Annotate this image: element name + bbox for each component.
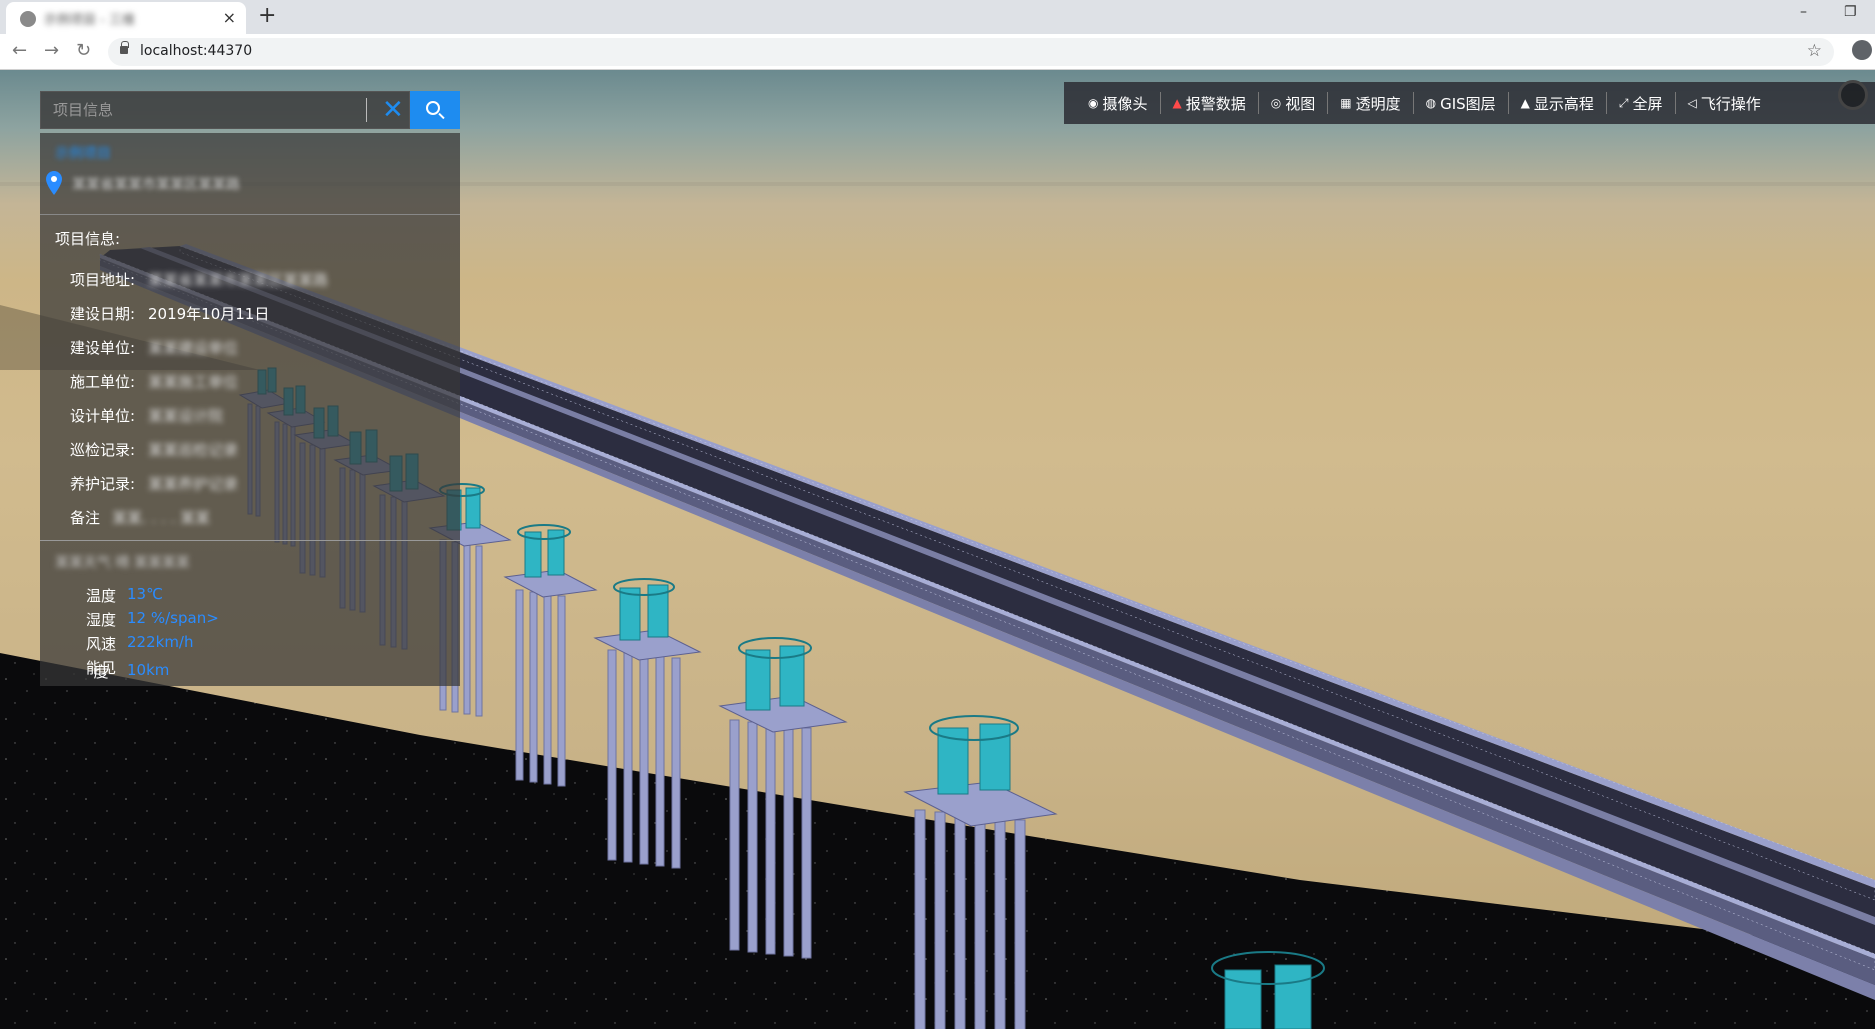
- weather-value: 222km/h: [127, 633, 194, 651]
- info-row-build-date: 建设日期: 2019年10月11日: [70, 303, 269, 324]
- toolbar-transparency-label: 透明度: [1355, 94, 1401, 113]
- info-row-contractor: 施工单位: 某某施工单位: [70, 371, 238, 392]
- toolbar-gis-button[interactable]: ◍ GIS图层: [1414, 92, 1509, 114]
- search-input[interactable]: [40, 91, 410, 129]
- search-button[interactable]: [410, 91, 460, 129]
- info-row-address: 项目地址: 某某省某某市某某区某某路: [70, 269, 328, 290]
- search-box: ✕: [40, 91, 460, 129]
- 3d-viewport[interactable]: ◉ 摄像头 ▲ 报警数据 ◎ 视图 ▦ 透明度 ◍ GIS图层 ▲ 显示高程 ⤢…: [0, 70, 1875, 1029]
- search-divider: [366, 98, 367, 122]
- weather-key: 度: [93, 663, 109, 681]
- camera-icon: ◉: [1088, 96, 1099, 110]
- weather-row-humidity: 湿度 12 %/span>: [75, 609, 219, 630]
- url-input[interactable]: localhost:44370 ☆: [108, 38, 1834, 66]
- toolbar-alarm-button[interactable]: ▲ 报警数据: [1161, 92, 1259, 114]
- toolbar-gis-label: GIS图层: [1440, 94, 1496, 113]
- clear-icon[interactable]: ✕: [382, 95, 404, 125]
- info-key: 养护记录:: [70, 475, 136, 493]
- toolbar-view-button[interactable]: ◎ 视图: [1259, 92, 1329, 114]
- compass-icon[interactable]: [1838, 80, 1868, 110]
- weather-key: 湿度: [85, 611, 116, 629]
- info-value: 2019年10月11日: [148, 305, 270, 323]
- weather-row-temperature: 温度 13℃: [75, 585, 163, 606]
- lock-icon: [120, 41, 129, 54]
- tab-close-icon[interactable]: ×: [223, 8, 236, 28]
- bookmark-star-icon[interactable]: ☆: [1807, 41, 1822, 61]
- toolbar-flight-button[interactable]: ◁ 飞行操作: [1676, 92, 1773, 114]
- url-text: localhost:44370: [140, 43, 253, 59]
- alarm-icon: ▲: [1172, 96, 1182, 110]
- info-key: 设计单位:: [70, 407, 136, 425]
- info-row-remarks: 备注 某某. . . . 某某: [70, 507, 210, 528]
- tab-title: 示例项目 - 三维: [44, 13, 135, 28]
- toolbar-view-label: 视图: [1285, 94, 1316, 113]
- browser-tab[interactable]: 示例项目 - 三维 ×: [6, 2, 246, 34]
- weather-value: 12 %/span>: [127, 609, 219, 627]
- project-info-panel: 示例项目 某某省某某市某某区某某路 项目信息: 项目地址: 某某省某某市某某区某…: [40, 133, 460, 686]
- info-section-title: 项目信息:: [55, 230, 121, 248]
- reload-icon[interactable]: ↻: [76, 41, 91, 61]
- view-icon: ◎: [1270, 96, 1282, 110]
- weather-row-visibility: 度 10km: [75, 661, 169, 682]
- toolbar-fullscreen-button[interactable]: ⤢ 全屏: [1607, 92, 1676, 114]
- info-key: 建设单位:: [70, 339, 136, 357]
- address-bar: ← → ↻ localhost:44370 ☆: [0, 34, 1875, 70]
- restore-button[interactable]: ❐: [1844, 4, 1857, 20]
- info-row-inspection: 巡检记录: 某某巡检记录: [70, 439, 238, 460]
- weather-header: 某某天气 晴 某某某某: [55, 555, 190, 571]
- info-value: 某某养护记录: [148, 475, 239, 493]
- toolbar-elevation-button[interactable]: ▲ 显示高程: [1509, 92, 1607, 114]
- divider: [40, 540, 460, 541]
- toolbar-transparency-button[interactable]: ▦ 透明度: [1328, 92, 1414, 114]
- info-value: 某某施工单位: [148, 373, 239, 391]
- minimize-button[interactable]: –: [1800, 4, 1807, 20]
- info-key: 项目地址:: [70, 271, 136, 289]
- info-row-maintenance: 养护记录: 某某养护记录: [70, 473, 238, 494]
- toolbar-flight-label: 飞行操作: [1700, 94, 1761, 113]
- browser-tab-bar: 示例项目 - 三维 × + – ❐: [0, 0, 1875, 34]
- toolbar-elevation-label: 显示高程: [1533, 94, 1594, 113]
- transparency-icon: ▦: [1340, 96, 1352, 110]
- info-row-owner: 建设单位: 某某建设单位: [70, 337, 238, 358]
- info-key: 巡检记录:: [70, 441, 136, 459]
- favicon-icon: [20, 11, 36, 27]
- weather-row-wind: 风速 222km/h: [75, 633, 194, 654]
- weather-value: 10km: [127, 661, 170, 679]
- weather-key: 风速: [85, 635, 116, 653]
- info-value: 某某设计院: [148, 407, 224, 425]
- info-value: 某某巡检记录: [148, 441, 239, 459]
- toolbar-fullscreen-label: 全屏: [1632, 94, 1663, 113]
- profile-avatar-icon[interactable]: [1852, 40, 1872, 60]
- back-arrow-icon[interactable]: ←: [12, 41, 27, 61]
- divider: [40, 214, 460, 215]
- toolbar-camera-label: 摄像头: [1102, 94, 1148, 113]
- toolbar-camera-button[interactable]: ◉ 摄像头: [1076, 92, 1161, 114]
- weather-value: 13℃: [127, 585, 163, 603]
- forward-arrow-icon[interactable]: →: [44, 41, 59, 61]
- info-row-designer: 设计单位: 某某设计院: [70, 405, 223, 426]
- fullscreen-icon: ⤢: [1618, 95, 1629, 110]
- location-pin-icon: [46, 171, 62, 195]
- toolbar-alarm-label: 报警数据: [1185, 94, 1246, 113]
- project-name[interactable]: 示例项目: [55, 143, 111, 163]
- globe-icon: ◍: [1425, 96, 1437, 110]
- project-location: 某某省某某市某某区某某路: [72, 177, 240, 193]
- mountain-icon: ▲: [1520, 96, 1530, 110]
- weather-key: 温度: [85, 587, 116, 605]
- flight-icon: ◁: [1687, 96, 1697, 110]
- new-tab-button[interactable]: +: [258, 4, 276, 28]
- info-key: 建设日期:: [70, 305, 136, 323]
- top-toolbar: ◉ 摄像头 ▲ 报警数据 ◎ 视图 ▦ 透明度 ◍ GIS图层 ▲ 显示高程 ⤢…: [1064, 82, 1875, 124]
- info-value: 某某. . . . 某某: [112, 509, 211, 527]
- info-value: 某某省某某市某某区某某路: [148, 271, 329, 289]
- info-value: 某某建设单位: [148, 339, 239, 357]
- info-key: 施工单位:: [70, 373, 136, 391]
- info-key: 备注: [70, 509, 101, 527]
